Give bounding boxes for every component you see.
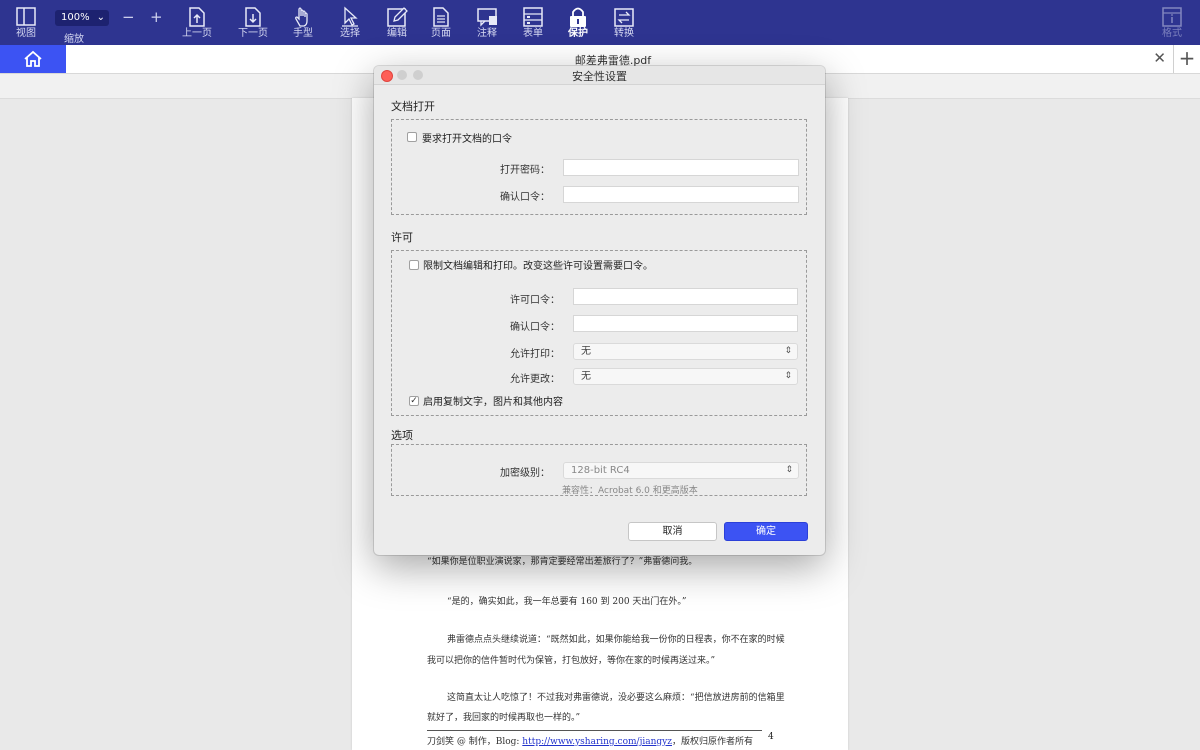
footer-link[interactable]: http://www.ysharing.com/jiangyz	[522, 737, 672, 747]
open-section-title: 文档打开	[391, 100, 435, 113]
updown-chevron-icon: ⇕	[785, 465, 793, 475]
protect-button[interactable]: 保护	[556, 6, 600, 44]
allow-print-value: 无	[581, 346, 591, 357]
format-label: 格式	[1162, 28, 1182, 39]
form-label: 表单	[523, 28, 543, 39]
encryption-level-select[interactable]: 128-bit RC4 ⇕	[563, 462, 799, 479]
zoom-value: 100%	[61, 12, 90, 23]
permission-section-title: 许可	[391, 231, 413, 244]
prev-page-icon	[189, 7, 205, 27]
prev-page-button[interactable]: 上一页	[175, 6, 219, 44]
hand-tool-button[interactable]: 手型	[281, 6, 325, 44]
view-button[interactable]: 视图	[4, 6, 48, 44]
page-footer: 刀剑笑 @ 制作，Blog: http://www.ysharing.com/j…	[427, 734, 753, 747]
view-label: 视图	[16, 28, 36, 39]
require-open-password-checkbox[interactable]	[407, 132, 417, 142]
hand-icon	[295, 7, 308, 27]
page-button[interactable]: 页面	[419, 6, 463, 44]
page-icon	[433, 7, 449, 27]
restrict-editing-label: 限制文档编辑和打印。改变这些许可设置需要口令。	[423, 261, 653, 272]
select-icon	[342, 6, 358, 27]
compatibility-note: 兼容性：Acrobat 6.0 和更高版本	[562, 486, 698, 496]
main-toolbar: 视图 100% ⌄ − + 缩放 上一页 下一页 手型 选择 编辑 页面 注释 …	[0, 0, 1200, 45]
convert-icon	[614, 8, 634, 27]
page-label: 页面	[431, 28, 451, 39]
footer-prefix: 刀剑笑 @ 制作，Blog:	[427, 737, 523, 747]
enable-copy-label: 启用复制文字，图片和其他内容	[423, 397, 563, 408]
form-button[interactable]: 表单	[511, 6, 555, 44]
convert-button[interactable]: 转换	[602, 6, 646, 44]
page-paragraph: “是的，确实如此，我一年总要有 160 到 200 天出门在外。”	[447, 597, 687, 607]
add-tab-button[interactable]: +	[1173, 45, 1200, 73]
edit-button[interactable]: 编辑	[375, 6, 419, 44]
convert-label: 转换	[614, 28, 634, 39]
dialog-title: 安全性设置	[572, 70, 627, 83]
zoom-select[interactable]: 100% ⌄	[55, 10, 109, 26]
allow-print-select[interactable]: 无 ⇕	[573, 343, 798, 360]
footer-suffix: ，版权归原作者所有	[672, 737, 754, 747]
next-page-icon	[245, 7, 261, 27]
page-number: 4	[768, 732, 774, 742]
restrict-editing-checkbox[interactable]	[409, 260, 419, 270]
open-confirm-field[interactable]	[563, 186, 799, 203]
permission-confirm-label: 确认口令：	[510, 322, 560, 333]
chevron-down-icon: ⌄	[96, 12, 105, 23]
prev-page-label: 上一页	[182, 28, 212, 39]
zoom-out-button[interactable]: −	[122, 8, 135, 26]
options-section-title: 选项	[391, 429, 413, 442]
zoom-in-button[interactable]: +	[150, 8, 163, 26]
zoom-label: 缩放	[64, 34, 84, 45]
dialog-titlebar: 安全性设置	[374, 66, 825, 85]
enable-copy-checkbox[interactable]: ✓	[409, 396, 419, 406]
hand-tool-label: 手型	[293, 28, 313, 39]
comment-button[interactable]: 注释	[465, 6, 509, 44]
form-icon	[523, 7, 543, 27]
page-paragraph: “如果你是位职业演说家，那肯定要经常出差旅行了？”弗雷德问我。	[427, 557, 698, 567]
permission-password-label: 许可口令：	[510, 295, 560, 306]
select-tool-button[interactable]: 选择	[328, 6, 372, 44]
permission-confirm-field[interactable]	[573, 315, 798, 332]
page-paragraph: 就好了，我回家的时候再取也一样的。”	[427, 713, 581, 723]
allow-print-label: 允许打印：	[510, 349, 560, 360]
open-section-group: 要求打开文档的口令 打开密码： 确认口令：	[391, 119, 807, 215]
encryption-level-value: 128-bit RC4	[571, 465, 630, 476]
allow-change-label: 允许更改：	[510, 374, 560, 385]
edit-icon	[387, 7, 408, 27]
ok-button[interactable]: 确定	[724, 522, 808, 541]
edit-label: 编辑	[387, 28, 407, 39]
comment-label: 注释	[477, 28, 497, 39]
updown-chevron-icon: ⇕	[784, 346, 792, 356]
updown-chevron-icon: ⇕	[784, 371, 792, 381]
home-icon	[24, 50, 42, 67]
cancel-button[interactable]: 取消	[628, 522, 717, 541]
next-page-button[interactable]: 下一页	[231, 6, 275, 44]
allow-change-value: 无	[581, 371, 591, 382]
page-paragraph: 我可以把你的信件暂时代为保管，打包放好，等你在家的时候再送过来。”	[427, 656, 716, 666]
permission-password-field[interactable]	[573, 288, 798, 305]
close-tab-icon[interactable]: ✕	[1153, 49, 1166, 67]
allow-change-select[interactable]: 无 ⇕	[573, 368, 798, 385]
protect-label: 保护	[568, 28, 588, 39]
lock-icon	[570, 7, 586, 27]
open-password-field[interactable]	[563, 159, 799, 176]
open-confirm-label: 确认口令：	[500, 192, 550, 203]
next-page-label: 下一页	[238, 28, 268, 39]
page-paragraph: 弗雷德点点头继续说道：“既然如此，如果你能给我一份你的日程表，你不在家的时候	[447, 635, 785, 645]
view-icon	[16, 7, 36, 26]
comment-icon	[477, 8, 497, 27]
info-icon	[1162, 7, 1182, 27]
encryption-level-label: 加密级别：	[500, 468, 550, 479]
select-tool-label: 选择	[340, 28, 360, 39]
page-paragraph: 这简直太让人吃惊了！不过我对弗雷德说，没必要这么麻烦：“把信放进房前的信箱里	[447, 693, 785, 703]
open-password-label: 打开密码：	[500, 165, 550, 176]
require-open-password-label: 要求打开文档的口令	[422, 134, 512, 145]
permission-section-group: 限制文档编辑和打印。改变这些许可设置需要口令。 许可口令： 确认口令： 允许打印…	[391, 250, 807, 416]
format-button[interactable]: 格式	[1150, 6, 1194, 44]
security-settings-dialog: 安全性设置 文档打开 要求打开文档的口令 打开密码： 确认口令： 许可 限制文档…	[374, 66, 825, 555]
home-tab[interactable]	[0, 45, 66, 73]
footer-rule	[427, 730, 762, 731]
